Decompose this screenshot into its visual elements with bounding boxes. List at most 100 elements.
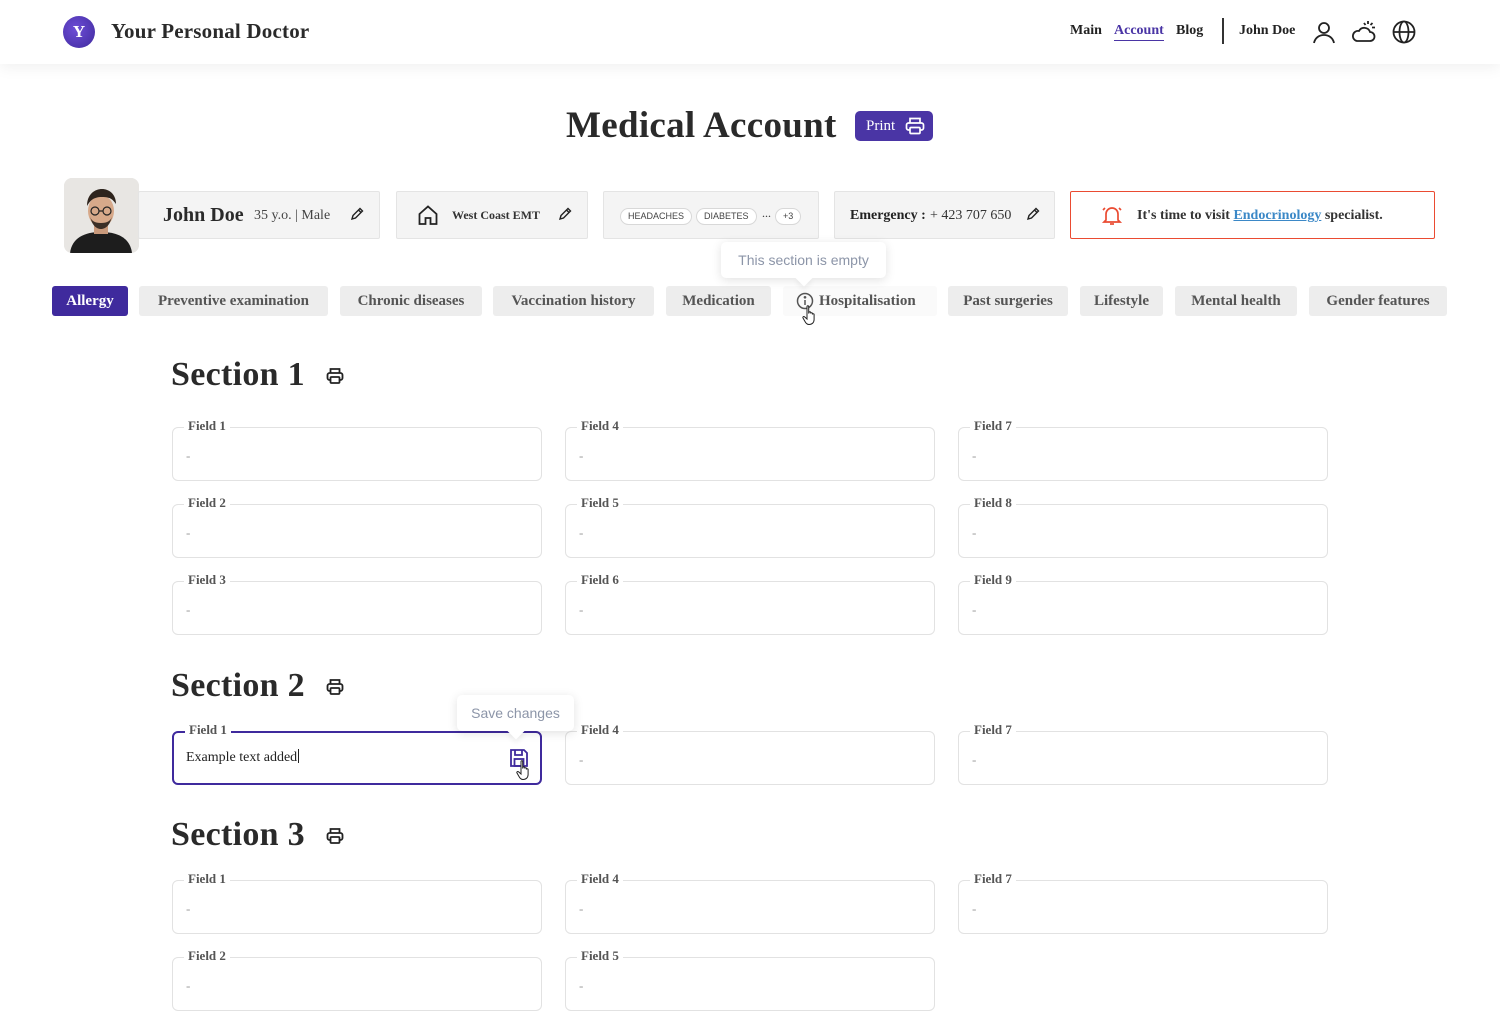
nav-main-link[interactable]: Main xyxy=(1070,23,1102,39)
tab-chronic-diseases[interactable]: Chronic diseases xyxy=(340,286,482,316)
field-value: - xyxy=(579,448,584,463)
field-value: - xyxy=(579,901,584,916)
field-label: Field 9 xyxy=(970,572,1016,588)
field-label: Field 4 xyxy=(577,871,623,887)
brand-name[interactable]: Your Personal Doctor xyxy=(111,19,309,44)
avatar-photo xyxy=(64,178,139,253)
printer-icon[interactable] xyxy=(325,826,345,846)
tab-mental-health[interactable]: Mental health xyxy=(1175,286,1297,316)
text-field[interactable]: Field 8 - xyxy=(958,495,1328,558)
text-caret xyxy=(298,749,300,763)
profile-name-card: John Doe 35 y.o. | Male xyxy=(138,191,380,239)
user-icon[interactable] xyxy=(1311,19,1337,45)
field-label: Field 7 xyxy=(970,871,1016,887)
text-field[interactable]: Field 5 - xyxy=(565,495,935,558)
emergency-phone: + 423 707 650 xyxy=(930,208,1012,223)
more-tags-badge[interactable]: +3 xyxy=(775,208,802,225)
field-value: - xyxy=(972,752,977,767)
avatar[interactable] xyxy=(64,178,139,253)
top-header: Y Your Personal Doctor Main Account Blog… xyxy=(0,0,1500,64)
tab-gender-features[interactable]: Gender features xyxy=(1309,286,1447,316)
edit-pencil-icon[interactable] xyxy=(1026,207,1040,221)
text-field[interactable]: Field 4 - xyxy=(565,418,935,481)
text-field[interactable]: Field 3 - xyxy=(172,572,542,635)
print-button[interactable]: Print xyxy=(855,111,933,141)
tab-label: Lifestyle xyxy=(1094,292,1149,309)
field-value: - xyxy=(972,448,977,463)
nav-blog-link[interactable]: Blog xyxy=(1176,23,1203,39)
field-value: - xyxy=(186,901,191,916)
nav-account-link[interactable]: Account xyxy=(1114,23,1164,41)
save-changes-tooltip: Save changes xyxy=(457,695,574,731)
tab-allergy[interactable]: Allergy xyxy=(52,286,128,316)
edit-pencil-icon[interactable] xyxy=(350,207,364,221)
field-value: - xyxy=(972,901,977,916)
field-label: Field 6 xyxy=(577,572,623,588)
field-label: Field 2 xyxy=(184,495,230,511)
field-value: - xyxy=(579,752,584,767)
text-field[interactable]: Field 1 - xyxy=(172,871,542,934)
hand-cursor-icon xyxy=(802,305,815,325)
tab-past-surgeries[interactable]: Past surgeries xyxy=(948,286,1068,316)
endocrinology-link[interactable]: Endocrinology xyxy=(1233,208,1321,223)
text-field[interactable]: Field 9 - xyxy=(958,572,1328,635)
edit-pencil-icon[interactable] xyxy=(558,207,572,221)
text-field[interactable]: Field 5 - xyxy=(565,948,935,1011)
tab-lifestyle[interactable]: Lifestyle xyxy=(1080,286,1163,316)
field-label: Field 1 xyxy=(184,418,230,434)
printer-icon[interactable] xyxy=(325,677,345,697)
conditions-card[interactable]: HEADACHES DIABETES ... +3 xyxy=(603,191,819,239)
field-value: - xyxy=(186,448,191,463)
field-label: Field 1 xyxy=(185,722,231,738)
text-field[interactable]: Field 1 - xyxy=(172,418,542,481)
printer-icon xyxy=(905,117,925,135)
weather-icon[interactable] xyxy=(1351,19,1377,45)
text-field[interactable]: Field 6 - xyxy=(565,572,935,635)
field-label: Field 3 xyxy=(184,572,230,588)
text-field[interactable]: Field 7 - xyxy=(958,722,1328,785)
field-value: - xyxy=(579,602,584,617)
logo[interactable]: Y xyxy=(63,16,95,48)
field-value: - xyxy=(579,978,584,993)
printer-icon[interactable] xyxy=(325,366,345,386)
home-icon xyxy=(418,205,438,225)
field-value: - xyxy=(186,525,191,540)
tab-label: Medication xyxy=(682,292,755,309)
nav-divider xyxy=(1222,18,1224,44)
header-user-name[interactable]: John Doe xyxy=(1239,23,1295,39)
tab-vaccination-history[interactable]: Vaccination history xyxy=(493,286,654,316)
text-field[interactable]: Field 4 - xyxy=(565,871,935,934)
tab-medication[interactable]: Medication xyxy=(666,286,771,316)
hand-cursor-icon xyxy=(515,759,535,781)
globe-icon[interactable] xyxy=(1391,19,1417,45)
field-value: - xyxy=(972,525,977,540)
field-label: Field 5 xyxy=(577,495,623,511)
emt-card: West Coast EMT xyxy=(396,191,588,239)
field-label: Field 8 xyxy=(970,495,1016,511)
tab-label: Preventive examination xyxy=(158,292,309,309)
text-field[interactable]: Field 4 - xyxy=(565,722,935,785)
field-label: Field 4 xyxy=(577,418,623,434)
text-field[interactable]: Field 2 - xyxy=(172,948,542,1011)
emt-name: West Coast EMT xyxy=(452,208,540,222)
tab-label: Past surgeries xyxy=(963,292,1053,309)
text-field[interactable]: Field 7 - xyxy=(958,871,1328,934)
field-label: Field 7 xyxy=(970,722,1016,738)
section-title: Section 3 xyxy=(171,816,305,853)
condition-tag: HEADACHES xyxy=(620,208,693,225)
field-value: - xyxy=(186,602,191,617)
active-text-field[interactable]: Field 1 Example text added xyxy=(172,722,542,785)
tab-label: Allergy xyxy=(66,292,114,309)
tab-label: Chronic diseases xyxy=(357,292,465,309)
tab-preventive-examination[interactable]: Preventive examination xyxy=(139,286,328,316)
empty-section-tooltip: This section is empty xyxy=(721,242,886,278)
field-value: - xyxy=(186,978,191,993)
page-title: Medical Account xyxy=(566,105,837,146)
field-label: Field 5 xyxy=(577,948,623,964)
field-label: Field 7 xyxy=(970,418,1016,434)
field-value: - xyxy=(579,525,584,540)
text-field[interactable]: Field 7 - xyxy=(958,418,1328,481)
field-value: - xyxy=(972,602,977,617)
specialist-alert: It's time to visit Endocrinology special… xyxy=(1070,191,1435,239)
text-field[interactable]: Field 2 - xyxy=(172,495,542,558)
